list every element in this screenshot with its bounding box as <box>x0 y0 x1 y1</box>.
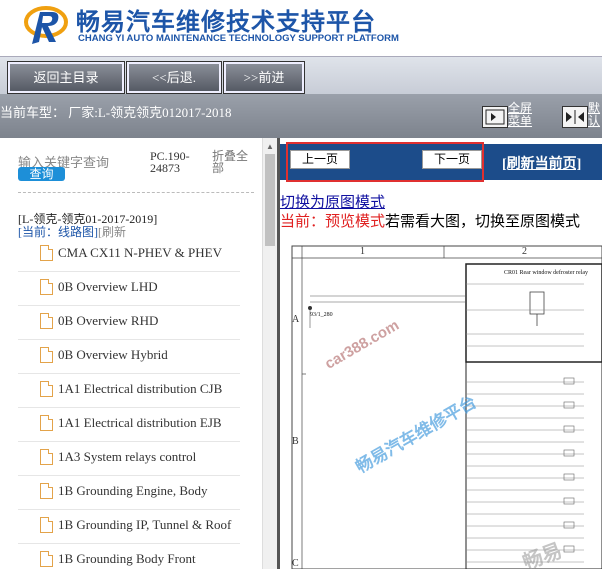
default-view-icon[interactable] <box>562 106 588 128</box>
sidebar: 输入关键字查询 查询 PC.190-24873 折叠全部 [L-领克-领克01-… <box>0 138 262 569</box>
list-item[interactable]: 1B Grounding IP, Tunnel & Roof <box>18 510 240 544</box>
document-icon <box>40 279 53 295</box>
document-icon <box>40 313 53 329</box>
list-item-label: 0B Overview RHD <box>58 313 159 328</box>
scrollbar-thumb[interactable] <box>265 154 275 246</box>
scroll-up-icon[interactable]: ▲ <box>266 142 274 151</box>
switch-mode-link[interactable]: 切换为原图模式 <box>280 191 385 212</box>
list-item[interactable]: 1A1 Electrical distribution CJB <box>18 374 240 408</box>
page-nav-bar: 上一页 下一页 [刷新当前页] <box>280 142 602 182</box>
list-item-label: 1B Grounding Engine, Body <box>58 483 208 498</box>
sidebar-divider <box>18 192 254 193</box>
list-item-label: 1A1 Electrical distribution CJB <box>58 381 223 396</box>
document-icon <box>40 381 53 397</box>
list-item[interactable]: 1B Grounding Body Front <box>18 544 240 569</box>
list-item-label: 1A1 Electrical distribution EJB <box>58 415 222 430</box>
grid-column-2: 2 <box>522 246 527 257</box>
app-title: 畅易汽车维修技术支持平台 <box>76 9 376 36</box>
grid-column-1: 1 <box>360 246 365 257</box>
list-item-label: CMA CX11 N-PHEV & PHEV <box>58 245 222 260</box>
back-button[interactable]: <<后退. <box>127 62 221 93</box>
list-item[interactable]: 1A1 Electrical distribution EJB <box>18 408 240 442</box>
list-item[interactable]: 0B Overview RHD <box>18 306 240 340</box>
sidebar-refresh-link[interactable]: [刷新 <box>98 225 126 239</box>
mode-current: 当前：预览模式 <box>280 214 386 230</box>
vehicle-bar: 当前车型： 厂家:L-领克领克012017-2018 全屏菜单 默认 <box>0 94 602 138</box>
pc-version: PC.190-24873 <box>150 149 190 175</box>
fullscreen-menu-link[interactable]: 全屏菜单 <box>508 102 538 128</box>
node-label: 93/1_280 <box>310 312 333 318</box>
document-icon <box>40 449 53 465</box>
document-icon <box>40 551 53 567</box>
current-vehicle-label: 当前车型： 厂家:L-领克领克012017-2018 <box>0 105 232 120</box>
fullscreen-icon[interactable] <box>482 106 508 128</box>
list-item-label: 0B Overview LHD <box>58 279 158 294</box>
main-content: 上一页 下一页 [刷新当前页] 切换为原图模式 当前：预览模式若需看大图，切换至… <box>280 138 602 569</box>
list-item[interactable]: 1B Grounding Engine, Body <box>18 476 240 510</box>
search-button[interactable]: 查询 <box>18 167 65 181</box>
list-item[interactable]: 0B Overview Hybrid <box>18 340 240 374</box>
document-icon <box>40 483 53 499</box>
document-icon <box>40 347 53 363</box>
default-view-link[interactable]: 默认 <box>588 102 602 128</box>
grid-row-b: B <box>292 436 299 447</box>
top-toolbar: 返回主目录 <<后退. >>前进 <box>0 56 602 95</box>
brand-logo-icon <box>24 6 68 44</box>
relay-title: CR01 Rear window defroster relay <box>504 270 588 276</box>
highlight-box <box>286 142 484 182</box>
list-item[interactable]: CMA CX11 N-PHEV & PHEV <box>18 238 240 272</box>
sidebar-scrollbar[interactable]: ▲ <box>262 138 277 569</box>
current-section-label: [当前：线路图] <box>18 225 98 239</box>
grid-row-c: C <box>292 558 299 569</box>
mode-hint: 若需看大图，切换至原图模式 <box>385 214 581 230</box>
list-item-label: 1A3 System relays control <box>58 449 197 464</box>
refresh-page-link[interactable]: [刷新当前页] <box>502 153 581 173</box>
list-item-label: 0B Overview Hybrid <box>58 347 168 362</box>
app-subtitle: CHANG YI AUTO MAINTENANCE TECHNOLOGY SUP… <box>78 33 399 44</box>
list-item-label: 1B Grounding Body Front <box>58 551 196 566</box>
list-item[interactable]: 0B Overview LHD <box>18 272 240 306</box>
document-icon <box>40 245 53 261</box>
list-item[interactable]: 1A3 System relays control <box>18 442 240 476</box>
wiring-diagram[interactable]: 1 2 A B C CR01 Rear window defroster rel… <box>284 236 602 569</box>
app-header: 畅易汽车维修技术支持平台 CHANG YI AUTO MAINTENANCE T… <box>0 0 602 56</box>
forward-button[interactable]: >>前进 <box>224 62 304 93</box>
document-icon <box>40 415 53 431</box>
home-button[interactable]: 返回主目录 <box>8 62 124 93</box>
collapse-all-button[interactable]: 折叠全部 <box>212 150 252 174</box>
grid-row-a: A <box>292 314 300 325</box>
document-icon <box>40 517 53 533</box>
list-item-label: 1B Grounding IP, Tunnel & Roof <box>58 517 232 532</box>
mode-status: 当前：预览模式若需看大图，切换至原图模式 <box>280 210 580 231</box>
